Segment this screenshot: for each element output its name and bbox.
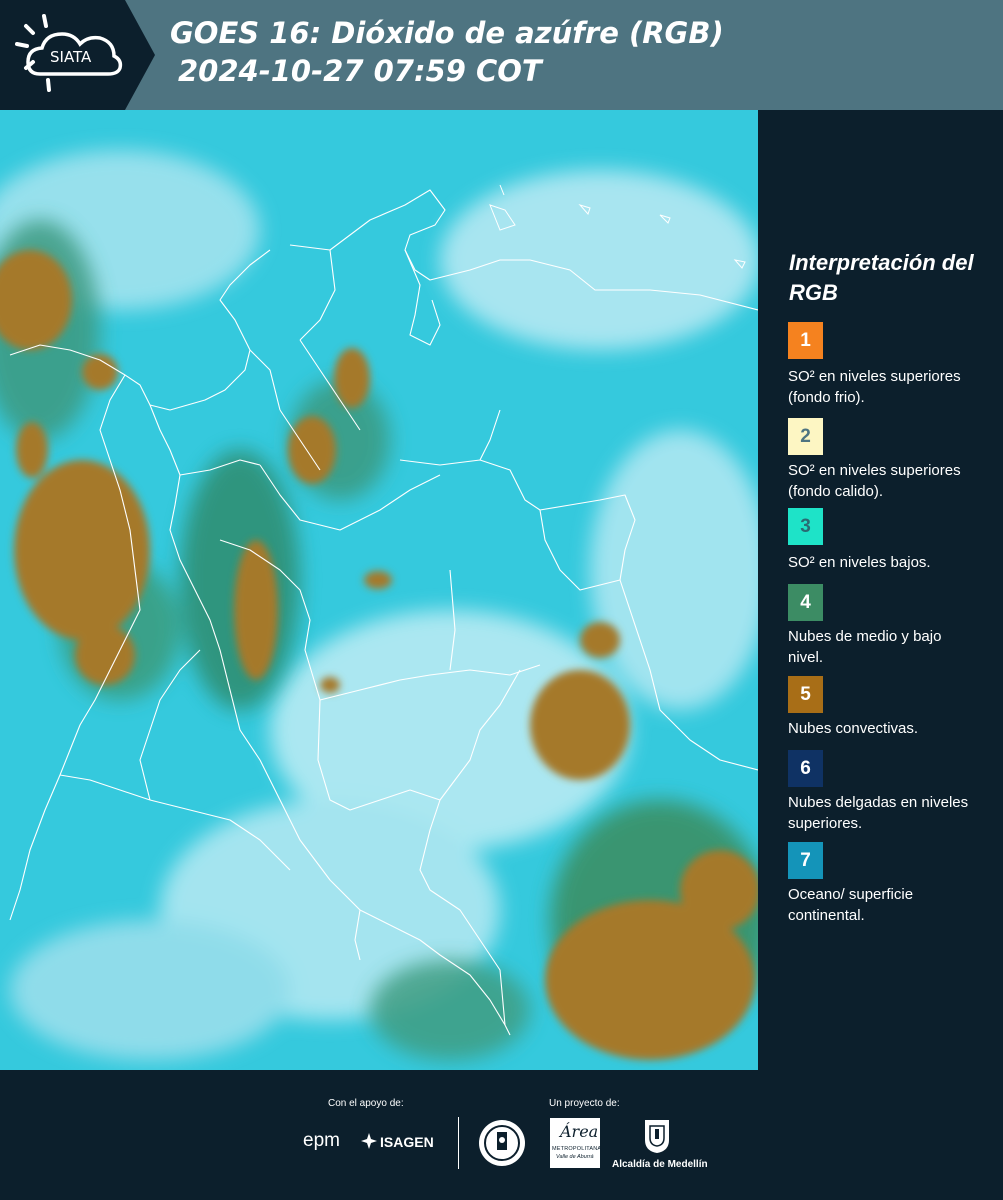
legend-number: 1 bbox=[800, 330, 811, 351]
siata-logo-text: SIATA bbox=[50, 48, 92, 66]
area-logo-sub1: METROPOLITANA bbox=[552, 1146, 602, 1152]
legend-title: Interpretación del RGB bbox=[789, 250, 974, 305]
epm-logo: epm bbox=[303, 1130, 340, 1151]
legend-label: SO² en niveles superiores (fondo calido)… bbox=[788, 462, 961, 500]
legend-label: SO² en niveles superiores (fondo frio). bbox=[788, 368, 961, 406]
isagen-icon bbox=[360, 1132, 378, 1155]
page-timestamp: 2024-10-27 07:59 COT bbox=[178, 54, 542, 88]
legend-number: 5 bbox=[800, 684, 811, 705]
legend-swatch-6: 6 bbox=[788, 750, 823, 787]
legend-number: 4 bbox=[800, 592, 811, 613]
isagen-logo: ISAGEN bbox=[380, 1134, 434, 1150]
legend-label: SO² en niveles bajos. bbox=[788, 554, 931, 571]
siata-logo[interactable]: SIATA bbox=[0, 0, 158, 110]
satellite-map[interactable] bbox=[0, 110, 758, 1070]
legend-swatch-3: 3 bbox=[788, 508, 823, 545]
legend-label: Nubes de medio y bajo nivel. bbox=[788, 628, 942, 666]
legend-swatch-1: 1 bbox=[788, 322, 823, 359]
legend-label: Oceano/ superficie continental. bbox=[788, 886, 914, 924]
alcaldia-shield-icon bbox=[643, 1118, 671, 1159]
area-logo-sub2: Valle de Aburrá bbox=[556, 1154, 594, 1160]
legend-panel: Interpretación del RGB 1 SO² en niveles … bbox=[760, 110, 1003, 1070]
area-metropolitana-logo: Área METROPOLITANA Valle de Aburrá bbox=[550, 1118, 602, 1168]
legend-number: 3 bbox=[800, 516, 811, 537]
satellite-image bbox=[0, 110, 758, 1070]
legend-swatch-2: 2 bbox=[788, 418, 823, 455]
legend-swatch-4: 4 bbox=[788, 584, 823, 621]
legend-label: Nubes convectivas. bbox=[788, 720, 919, 737]
legend-label: Nubes delgadas en niveles superiores. bbox=[788, 794, 969, 832]
area-logo-text: Área bbox=[560, 1122, 599, 1141]
legend-number: 7 bbox=[800, 850, 811, 871]
legend-swatch-5: 5 bbox=[788, 676, 823, 713]
legend-number: 6 bbox=[800, 758, 811, 779]
header-bar: SIATA GOES 16: Dióxido de azúfre (RGB) 2… bbox=[0, 0, 1003, 110]
footer-divider bbox=[458, 1117, 459, 1169]
page-title: GOES 16: Dióxido de azúfre (RGB) bbox=[170, 16, 724, 50]
legend-swatch-7: 7 bbox=[788, 842, 823, 879]
project-label: Un proyecto de: bbox=[549, 1098, 620, 1109]
legend-number: 2 bbox=[800, 426, 811, 447]
footer-sponsors: Con el apoyo de: Un proyecto de: epm ISA… bbox=[0, 1070, 1003, 1200]
medellin-seal-icon bbox=[477, 1118, 527, 1173]
alcaldia-logo-text: Alcaldía de Medellín bbox=[612, 1159, 708, 1170]
support-label: Con el apoyo de: bbox=[328, 1098, 404, 1109]
siata-logo-shape: SIATA bbox=[0, 0, 155, 110]
